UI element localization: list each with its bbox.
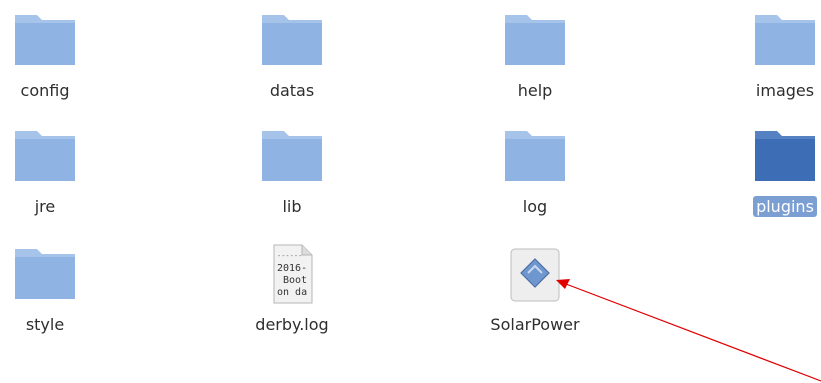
item-label: plugins [753,196,817,217]
folder-help[interactable]: help [470,3,600,113]
item-label: log [522,197,548,216]
executable-icon [510,248,560,302]
folder-icon [755,131,815,181]
item-label: style [25,315,65,334]
item-label: images [755,81,815,100]
preview-line: ------ [277,252,302,260]
folder-icon [15,131,75,181]
folder-icon [262,131,322,181]
folder-icon [262,15,322,65]
folder-config[interactable]: config [0,3,110,113]
item-label: SolarPower [490,315,580,334]
annotation-arrow [556,279,821,382]
folder-jre[interactable]: jre [0,119,110,229]
preview-line: Boot [283,275,307,286]
folder-icon [15,15,75,65]
file-solarpower[interactable]: SolarPower [470,237,600,347]
preview-line: 2016- [277,263,307,274]
file-derby-log[interactable]: ------ 2016- Boot on da derby.log [227,237,357,347]
folder-images[interactable]: images [720,3,821,113]
item-label: datas [269,81,315,100]
item-label: derby.log [255,315,329,334]
folder-plugins[interactable]: plugins [720,119,821,229]
preview-line: on da [277,287,307,298]
folder-icon [505,15,565,65]
folder-style[interactable]: style [0,237,110,347]
item-label: help [517,81,553,100]
item-label: config [20,81,70,100]
folder-icon [755,15,815,65]
folder-icon [15,249,75,299]
file-grid: config datas help images jre lib log plu… [0,0,821,383]
folder-lib[interactable]: lib [227,119,357,229]
folder-datas[interactable]: datas [227,3,357,113]
folder-icon [505,131,565,181]
item-label: jre [34,197,56,216]
item-label: lib [282,197,302,216]
folder-log[interactable]: log [470,119,600,229]
text-file-icon: ------ 2016- Boot on da [273,244,313,304]
